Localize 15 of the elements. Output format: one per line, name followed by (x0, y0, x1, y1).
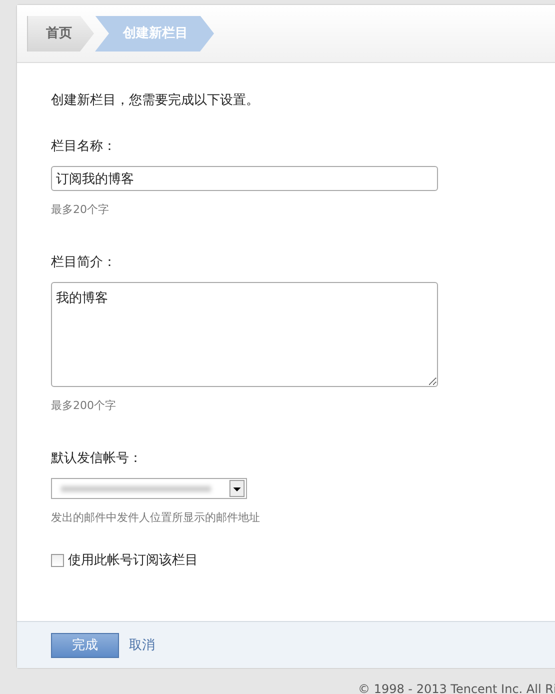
hint-text: 发出的邮件中发件人位置所显示的邮件地址 (51, 510, 261, 525)
field-label: 栏目简介： (51, 254, 117, 271)
hint-text: 最多200个字 (51, 398, 117, 413)
sender-dropdown[interactable] (51, 478, 247, 499)
field-label: 栏目名称： (51, 138, 117, 155)
hint-text: 最多20个字 (51, 202, 110, 217)
name-input[interactable]: 订阅我的博客 (51, 166, 438, 191)
submit-button[interactable]: 完成 (51, 632, 119, 658)
checkbox-label: 使用此帐号订阅该栏目 (68, 552, 198, 569)
cancel-link[interactable]: 取消 (129, 636, 155, 654)
field-label: 默认发信帐号： (51, 450, 143, 467)
intro-text: 创建新栏目，您需要完成以下设置。 (51, 92, 260, 109)
checkbox[interactable] (51, 554, 64, 566)
description-textarea[interactable]: 我的博客 (51, 282, 438, 387)
breadcrumb-item[interactable]: 首页 (27, 16, 94, 52)
